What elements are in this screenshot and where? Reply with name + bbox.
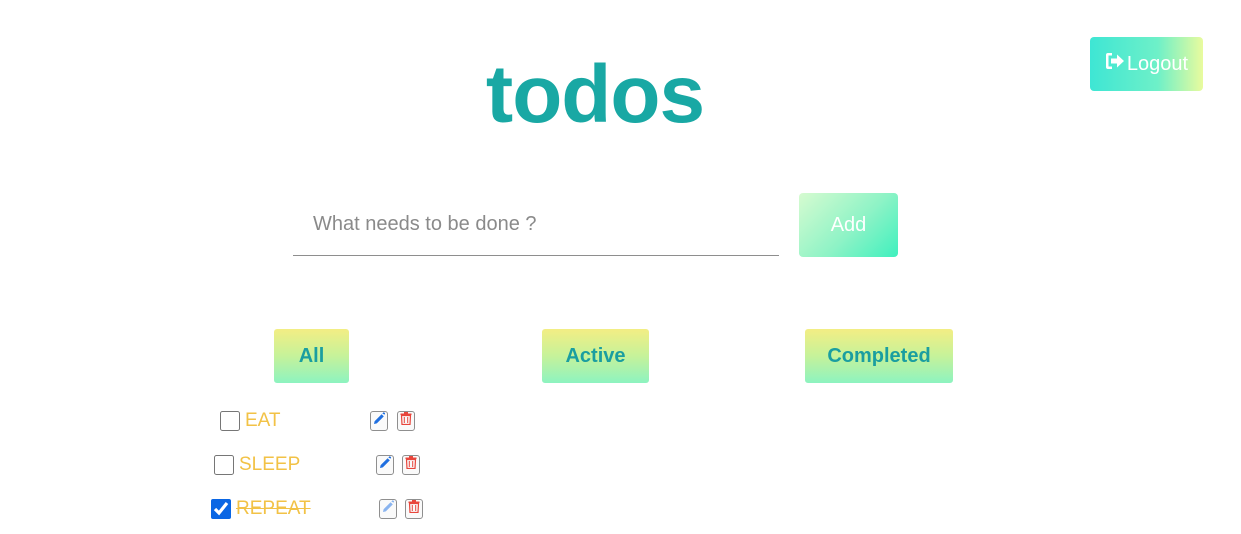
filter-completed-button[interactable]: Completed: [805, 329, 953, 383]
todo-checkbox[interactable]: [214, 455, 234, 475]
todo-item: REPEAT: [211, 497, 311, 521]
todo-item: SLEEP: [214, 453, 300, 477]
edit-todo-button[interactable]: [370, 411, 388, 431]
todo-app: Logout todos Add All Active Completed EA…: [0, 0, 1241, 534]
new-todo-input[interactable]: [293, 194, 779, 256]
add-button[interactable]: Add: [799, 193, 898, 257]
trash-icon: [400, 412, 412, 430]
edit-todo-button[interactable]: [376, 455, 394, 475]
edit-todo-button[interactable]: [379, 499, 397, 519]
todo-text: REPEAT: [236, 498, 311, 519]
delete-todo-button[interactable]: [397, 411, 415, 431]
todo-checkbox[interactable]: [220, 411, 240, 431]
pencil-icon: [373, 412, 386, 430]
pencil-icon: [379, 456, 392, 474]
trash-icon: [405, 456, 417, 474]
trash-icon: [408, 500, 420, 518]
app-title: todos: [485, 49, 705, 140]
pencil-icon: [382, 500, 395, 518]
filter-active-button[interactable]: Active: [542, 329, 649, 383]
filter-all-button[interactable]: All: [274, 329, 349, 383]
todo-checkbox[interactable]: [211, 499, 231, 519]
delete-todo-button[interactable]: [402, 455, 420, 475]
todo-item: EAT: [220, 409, 281, 433]
todo-text: SLEEP: [239, 454, 301, 475]
todo-text: EAT: [245, 410, 281, 431]
delete-todo-button[interactable]: [405, 499, 423, 519]
